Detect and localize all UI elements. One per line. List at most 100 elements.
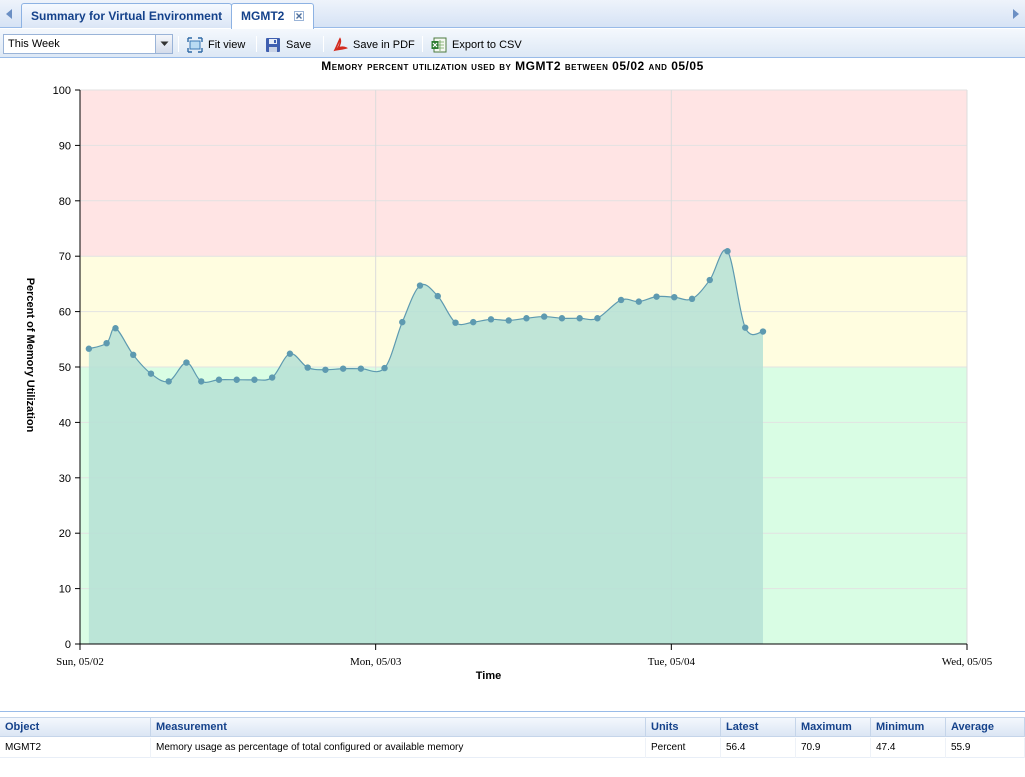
save-pdf-button[interactable]: Save in PDF	[332, 36, 415, 54]
export-csv-label: Export to CSV	[452, 39, 522, 51]
data-point[interactable]	[286, 350, 294, 357]
data-point[interactable]	[671, 293, 678, 301]
tab-scroll-left-button[interactable]	[0, 0, 18, 28]
data-point[interactable]	[452, 319, 459, 326]
x-tick-label: Mon, 05/03	[350, 656, 402, 668]
fit-view-button[interactable]: Fit view	[187, 36, 245, 54]
summary-grid: Object Measurement Units Latest Maximum …	[0, 711, 1025, 777]
data-point[interactable]	[635, 298, 643, 305]
tab-scroll-right-button[interactable]	[1007, 0, 1025, 28]
chart-panel: 0 10 20 30 40 50 60 70 80 90 100 Sun, 05/02 Mon, 05/…	[0, 58, 1025, 708]
y-tick-label: 20	[59, 528, 71, 540]
data-point[interactable]	[617, 296, 625, 304]
period-select-value: This Week	[8, 38, 60, 50]
y-axis-label: Percent of Memory Utilization	[24, 278, 36, 433]
cell-measurement: Memory usage as percentage of total conf…	[151, 738, 646, 758]
data-point[interactable]	[759, 328, 767, 335]
y-tick-label: 100	[53, 85, 71, 97]
data-point[interactable]	[487, 316, 495, 323]
data-point[interactable]	[558, 315, 566, 322]
column-header-maximum[interactable]: Maximum	[796, 718, 871, 737]
y-tick-label: 0	[65, 639, 71, 651]
column-header-measurement[interactable]: Measurement	[151, 718, 646, 737]
chevron-left-icon	[6, 9, 12, 19]
x-axis-label: Time	[476, 670, 501, 682]
column-header-units[interactable]: Units	[646, 718, 721, 737]
data-point[interactable]	[147, 370, 155, 377]
data-point[interactable]	[594, 315, 601, 322]
data-point[interactable]	[505, 317, 512, 324]
toolbar-separator	[178, 36, 179, 52]
y-tick-label: 30	[59, 473, 71, 485]
memory-utilization-chart[interactable]: 0 10 20 30 40 50 60 70 80 90 100 Sun, 05/02 Mon, 05/…	[0, 58, 1025, 708]
table-row[interactable]: MGMT2 Memory usage as percentage of tota…	[0, 738, 1025, 758]
y-tick-label: 70	[59, 251, 71, 263]
cell-maximum: 70.9	[796, 738, 871, 758]
grid-header: Object Measurement Units Latest Maximum …	[0, 717, 1025, 737]
data-point[interactable]	[470, 318, 477, 326]
data-point[interactable]	[304, 364, 311, 371]
chart-title: Memory percent utilization used by MGMT2…	[321, 59, 704, 73]
pdf-icon	[333, 37, 348, 52]
tab-bar: Summary for Virtual Environment MGMT2	[0, 0, 1025, 29]
x-tick-label: Sun, 05/02	[56, 656, 104, 668]
cell-units: Percent	[646, 738, 721, 758]
data-point[interactable]	[381, 364, 388, 372]
data-point[interactable]	[357, 365, 365, 372]
cell-average: 55.9	[946, 738, 1025, 758]
data-point[interactable]	[322, 366, 329, 373]
dropdown-trigger[interactable]	[155, 35, 172, 53]
tab-mgmt2[interactable]: MGMT2	[231, 3, 314, 29]
tab-label: Summary for Virtual Environment	[31, 9, 223, 23]
column-header-latest[interactable]: Latest	[721, 718, 796, 737]
floppy-disk-icon	[266, 38, 280, 52]
column-header-minimum[interactable]: Minimum	[871, 718, 946, 737]
data-point[interactable]	[103, 339, 110, 347]
data-point[interactable]	[165, 378, 172, 385]
y-tick-label: 40	[59, 417, 71, 429]
data-point[interactable]	[198, 378, 205, 385]
data-point[interactable]	[540, 313, 548, 320]
data-point[interactable]	[183, 359, 190, 366]
spreadsheet-icon	[431, 37, 447, 53]
data-point[interactable]	[653, 293, 660, 300]
data-point[interactable]	[523, 315, 530, 322]
x-tick-label: Wed, 05/05	[942, 656, 993, 668]
tab-label: MGMT2	[241, 9, 285, 23]
x-tick-label: Tue, 05/04	[648, 656, 696, 668]
data-point[interactable]	[399, 318, 406, 326]
y-tick-label: 10	[59, 584, 71, 596]
toolbar-separator	[256, 36, 257, 52]
data-point[interactable]	[706, 276, 713, 284]
chevron-down-icon	[160, 41, 168, 46]
data-point[interactable]	[112, 325, 119, 332]
cell-latest: 56.4	[721, 738, 796, 758]
save-label: Save	[286, 39, 312, 51]
data-point[interactable]	[742, 324, 749, 331]
y-tick-label: 60	[59, 307, 71, 319]
data-point[interactable]	[251, 376, 258, 383]
data-point[interactable]	[268, 374, 276, 381]
data-point[interactable]	[434, 292, 441, 300]
tab-summary-virtual-environment[interactable]: Summary for Virtual Environment	[21, 3, 233, 28]
toolbar-separator	[422, 36, 423, 52]
data-point[interactable]	[416, 282, 424, 289]
cell-minimum: 47.4	[871, 738, 946, 758]
data-point[interactable]	[688, 295, 696, 303]
save-button[interactable]: Save	[265, 36, 311, 54]
data-point[interactable]	[130, 351, 137, 359]
data-point[interactable]	[339, 365, 347, 372]
cell-object: MGMT2	[0, 738, 151, 758]
data-point[interactable]	[724, 248, 731, 255]
column-header-average[interactable]: Average	[946, 718, 1025, 737]
data-point[interactable]	[233, 376, 240, 383]
close-icon[interactable]	[293, 11, 304, 21]
period-select[interactable]: This Week	[3, 34, 173, 54]
data-point[interactable]	[576, 315, 583, 322]
data-point[interactable]	[215, 376, 223, 383]
column-header-object[interactable]: Object	[0, 718, 151, 737]
y-tick-label: 90	[59, 140, 71, 152]
export-csv-button[interactable]: Export to CSV	[431, 36, 522, 54]
data-point[interactable]	[85, 345, 93, 352]
threshold-zone-critical	[80, 90, 967, 257]
